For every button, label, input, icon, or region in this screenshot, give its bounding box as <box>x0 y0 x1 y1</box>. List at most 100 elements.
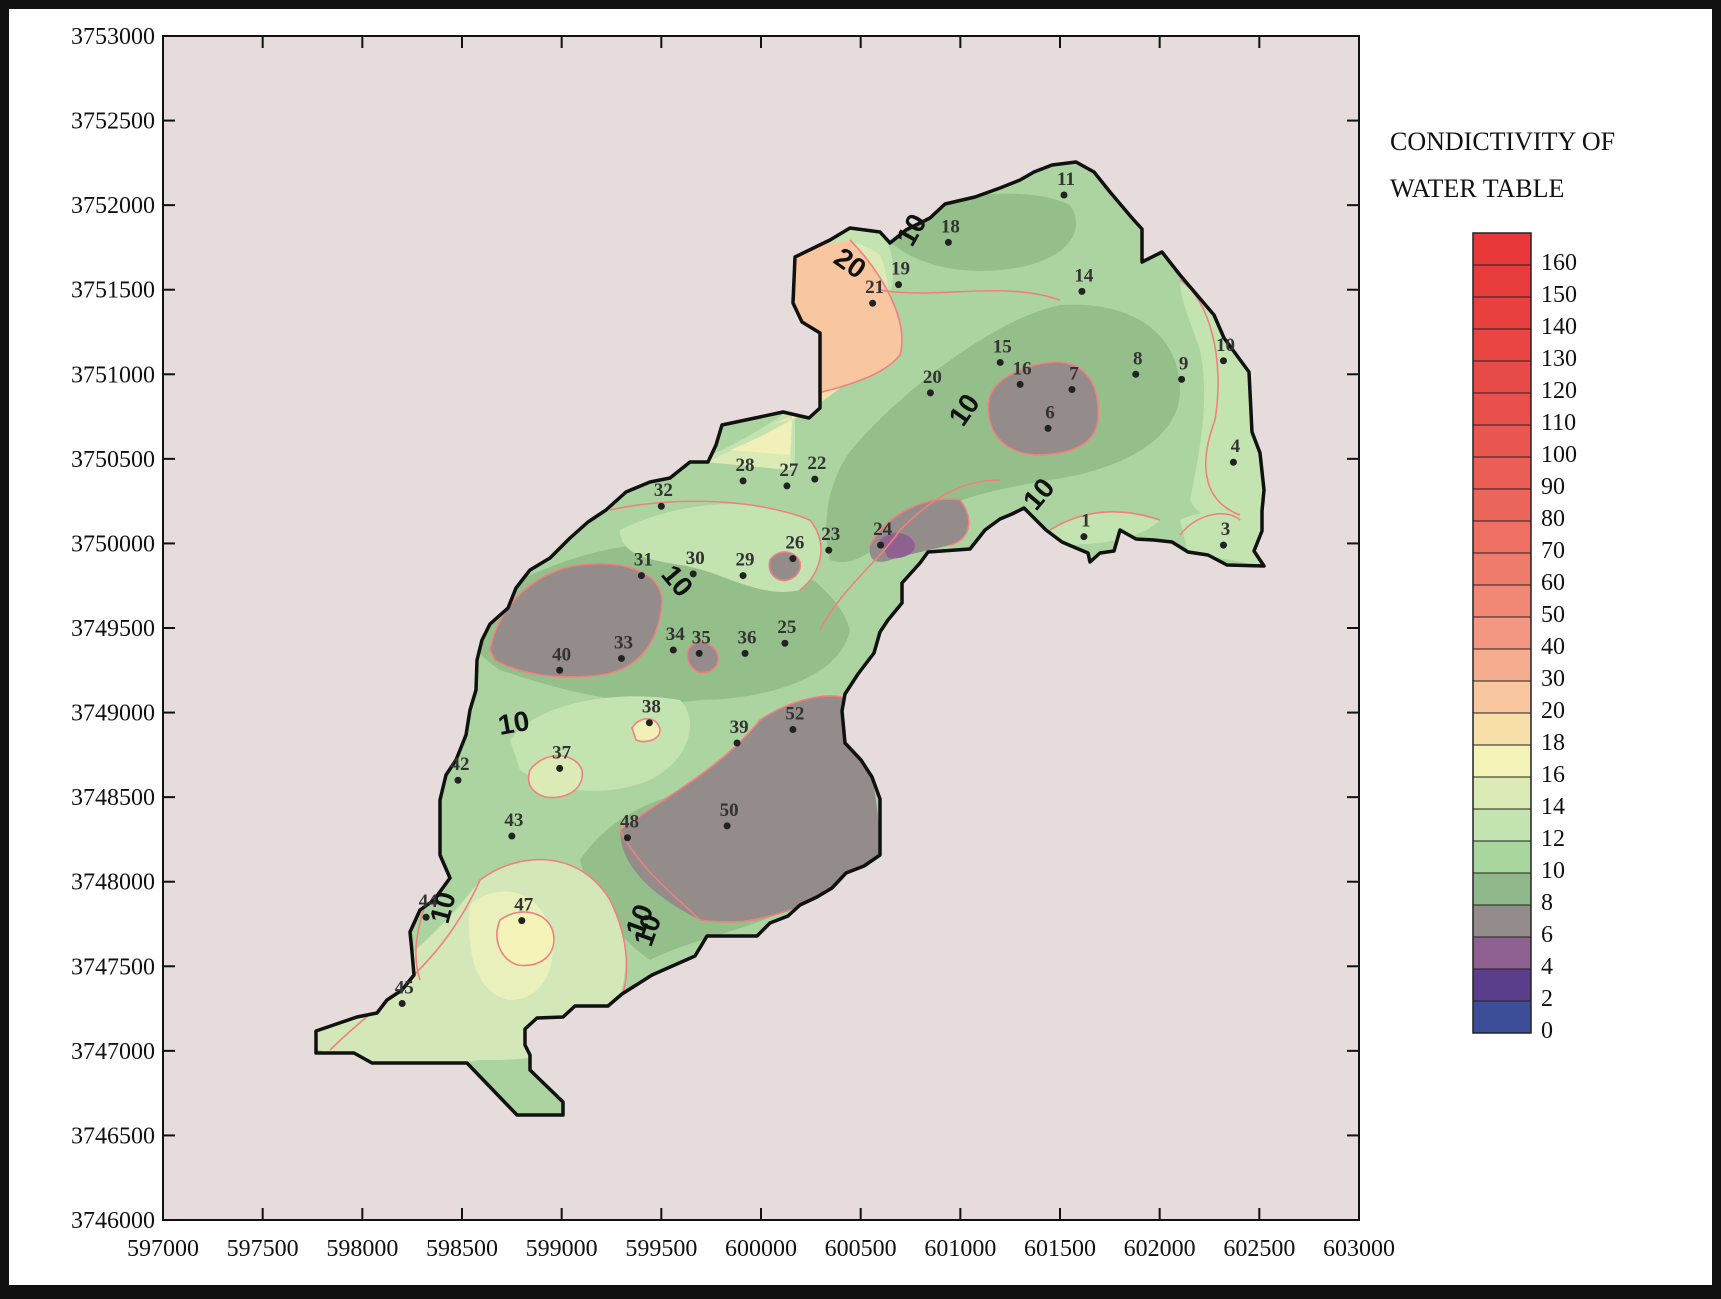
well-label: 26 <box>785 533 804 554</box>
legend-label: 8 <box>1541 890 1553 916</box>
legend-swatch <box>1472 328 1532 362</box>
well-marker <box>1068 386 1076 394</box>
well-marker <box>733 739 741 747</box>
legend-swatch <box>1472 296 1532 330</box>
well-label: 35 <box>692 627 711 648</box>
well-marker <box>739 477 747 485</box>
well-marker <box>739 572 747 580</box>
well-label: 50 <box>720 800 739 821</box>
well-label: 8 <box>1133 348 1143 369</box>
well-marker <box>623 834 631 842</box>
legend-label: 20 <box>1541 698 1565 724</box>
well-label: 22 <box>807 453 826 474</box>
y-tick-label: 3747500 <box>71 954 155 980</box>
x-tick-label: 599500 <box>625 1236 697 1262</box>
legend-label: 60 <box>1541 570 1565 596</box>
well-label: 20 <box>923 367 942 388</box>
well-label: 18 <box>941 216 960 237</box>
legend-title-line2: WATER TABLE <box>1390 174 1564 203</box>
well-label: 38 <box>642 697 661 718</box>
well-label: 32 <box>654 480 673 501</box>
contour-label: 10 <box>496 705 532 741</box>
well-label: 9 <box>1179 353 1189 374</box>
x-tick-label: 601500 <box>1024 1236 1096 1262</box>
legend-swatch <box>1472 456 1532 490</box>
legend-label: 4 <box>1541 954 1553 980</box>
legend-title-line1: CONDICTIVITY OF <box>1390 127 1615 156</box>
legend-swatch <box>1472 232 1532 266</box>
well-marker <box>1080 533 1088 541</box>
well-label: 23 <box>821 524 840 545</box>
y-tick-label: 3753000 <box>71 24 155 50</box>
legend-label: 0 <box>1541 1018 1553 1044</box>
well-label: 1 <box>1081 511 1091 532</box>
legend-colorbar: 1601501401301201101009080706050403020181… <box>1472 232 1577 1044</box>
well-marker <box>926 389 934 397</box>
legend-label: 30 <box>1541 666 1565 692</box>
conductivity-map: 10 20 10 10 10 10 10 10 10 1 34678 9101114… <box>71 24 1615 1262</box>
x-tick-label: 603000 <box>1323 1236 1395 1262</box>
legend-swatch <box>1472 712 1532 746</box>
legend-label: 140 <box>1541 314 1577 340</box>
well-label: 4 <box>1231 436 1241 457</box>
legend-swatch <box>1472 648 1532 682</box>
legend-label: 70 <box>1541 538 1565 564</box>
y-tick-label: 3748000 <box>71 870 155 896</box>
y-tick-label: 3751000 <box>71 362 155 388</box>
y-tick-label: 3749500 <box>71 616 155 642</box>
well-marker <box>869 299 877 307</box>
y-tick-label: 3749000 <box>71 701 155 727</box>
well-label: 19 <box>891 259 910 280</box>
well-label: 42 <box>451 754 470 775</box>
well-label: 43 <box>504 810 523 831</box>
well-marker <box>518 917 526 925</box>
legend-label: 10 <box>1541 858 1565 884</box>
well-marker <box>996 358 1004 366</box>
well-marker <box>556 666 564 674</box>
well-marker <box>789 555 797 563</box>
y-tick-label: 3750000 <box>71 531 155 557</box>
y-tick-label: 3748500 <box>71 785 155 811</box>
legend-label: 150 <box>1541 282 1577 308</box>
well-label: 30 <box>686 548 705 569</box>
x-tick-label: 598500 <box>426 1236 498 1262</box>
legend-label: 14 <box>1541 794 1565 820</box>
legend-label: 110 <box>1541 410 1576 436</box>
well-label: 33 <box>614 632 633 653</box>
well-marker <box>944 238 952 246</box>
legend-label: 50 <box>1541 602 1565 628</box>
legend-label: 6 <box>1541 922 1553 948</box>
well-label: 10 <box>1216 335 1235 356</box>
x-tick-label: 602000 <box>1124 1236 1196 1262</box>
y-tick-label: 3746000 <box>71 1208 155 1234</box>
legend-swatch <box>1472 520 1532 554</box>
legend-label: 160 <box>1541 250 1577 276</box>
well-marker <box>689 570 697 578</box>
well-label: 40 <box>552 644 571 665</box>
legend-label: 2 <box>1541 986 1553 1012</box>
well-label: 47 <box>514 895 534 916</box>
legend-swatch <box>1472 968 1532 1002</box>
y-tick-label: 3746500 <box>71 1123 155 1149</box>
y-tick-label: 3747000 <box>71 1039 155 1065</box>
well-label: 39 <box>730 717 749 738</box>
well-label: 37 <box>552 742 572 763</box>
x-tick-label: 597000 <box>127 1236 199 1262</box>
legend-swatch <box>1472 1000 1532 1034</box>
y-tick-label: 3752500 <box>71 109 155 135</box>
well-label: 7 <box>1069 364 1079 385</box>
well-marker <box>454 776 462 784</box>
x-tick-label: 600500 <box>825 1236 897 1262</box>
legend-label: 100 <box>1541 442 1577 468</box>
well-label: 31 <box>634 550 653 571</box>
legend-swatch <box>1472 872 1532 906</box>
legend-swatch <box>1472 616 1532 650</box>
well-marker <box>825 546 833 554</box>
well-marker <box>789 725 797 733</box>
legend-label: 16 <box>1541 762 1565 788</box>
legend-label: 80 <box>1541 506 1565 532</box>
x-tick-label: 597500 <box>227 1236 299 1262</box>
legend-swatch <box>1472 840 1532 874</box>
well-marker <box>1219 357 1227 365</box>
well-label: 14 <box>1074 265 1094 286</box>
